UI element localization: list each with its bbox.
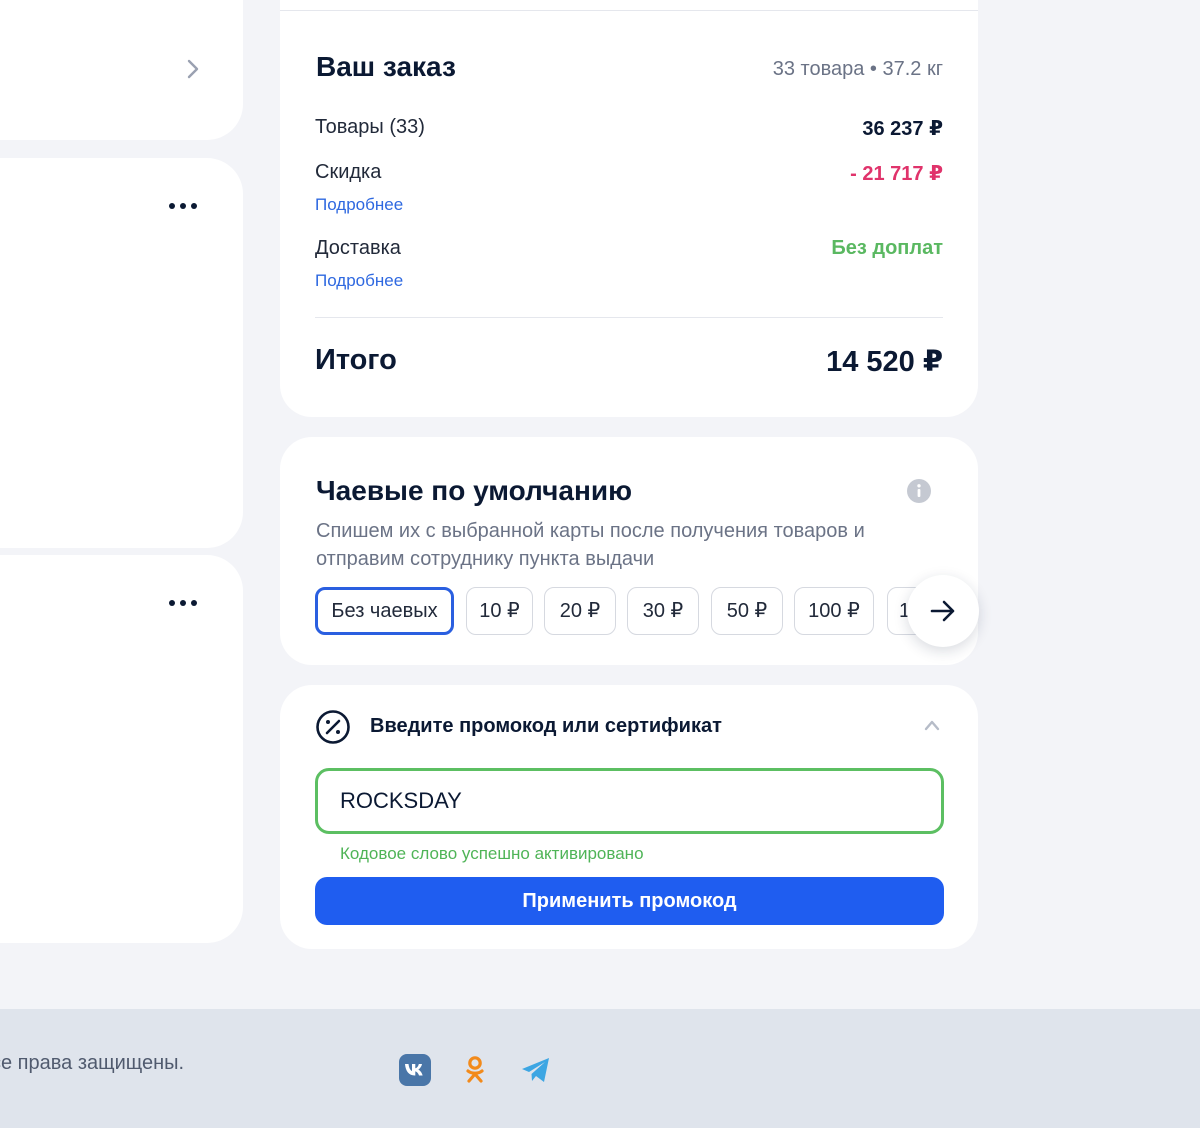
more-dots-icon[interactable] [168, 599, 198, 607]
promo-card: Введите промокод или сертификат Кодовое … [280, 685, 978, 949]
delivery-details-link[interactable]: Подробнее [315, 271, 403, 291]
arrow-right-icon [930, 600, 955, 622]
order-title: Ваш заказ [316, 51, 456, 82]
discount-percent-icon [316, 710, 350, 744]
tip-chip-none[interactable]: Без чаевых [315, 587, 454, 635]
vk-icon[interactable] [399, 1054, 431, 1086]
footer-copyright: се права защищены. [0, 1052, 185, 1074]
discount-details-link[interactable]: Подробнее [315, 195, 403, 215]
tips-title: Чаевые по умолчанию [316, 475, 632, 506]
tips-card: Чаевые по умолчанию Спишем их с выбранно… [280, 437, 979, 665]
total-value: 14 520 ₽ [826, 346, 943, 378]
info-icon[interactable] [907, 479, 931, 503]
total-label: Итого [315, 344, 397, 376]
tips-description: Спишем их с выбранной карты после получе… [316, 520, 865, 570]
more-dots-icon[interactable] [168, 202, 198, 210]
order-summary-card: Ваш заказ 33 товара • 37.2 кг Товары (33… [280, 0, 978, 417]
tip-chip-50[interactable]: 50 ₽ [711, 587, 783, 635]
tip-chip-30[interactable]: 30 ₽ [627, 587, 699, 635]
left-card-bottom [0, 555, 243, 943]
promo-title[interactable]: Введите промокод или сертификат [370, 715, 722, 738]
delivery-label: Доставка [315, 237, 401, 259]
footer: се права защищены. [0, 1009, 1200, 1128]
tip-chip-100[interactable]: 100 ₽ [794, 587, 874, 635]
delivery-value: Без доплат [831, 237, 943, 259]
chevron-up-icon[interactable] [923, 717, 941, 733]
left-card-top[interactable] [0, 0, 243, 140]
goods-value: 36 237 ₽ [862, 118, 943, 140]
discount-label: Скидка [315, 161, 382, 183]
left-card-middle [0, 158, 243, 548]
top-divider [280, 10, 978, 11]
odnoklassniki-icon[interactable] [459, 1054, 491, 1086]
tip-chip-20[interactable]: 20 ₽ [544, 587, 616, 635]
chevron-right-icon[interactable] [184, 58, 202, 80]
discount-value: - 21 717 ₽ [850, 163, 943, 185]
tips-scroll-next-button[interactable] [907, 575, 979, 647]
order-meta: 33 товара • 37.2 кг [772, 58, 943, 80]
telegram-icon[interactable] [520, 1054, 552, 1086]
goods-label: Товары (33) [315, 116, 425, 138]
promo-code-input[interactable] [315, 768, 944, 834]
promo-success-message: Кодовое слово успешно активировано [340, 844, 644, 863]
apply-promo-button[interactable]: Применить промокод [315, 877, 944, 925]
total-divider [315, 317, 943, 318]
tip-chip-10[interactable]: 10 ₽ [466, 587, 533, 635]
